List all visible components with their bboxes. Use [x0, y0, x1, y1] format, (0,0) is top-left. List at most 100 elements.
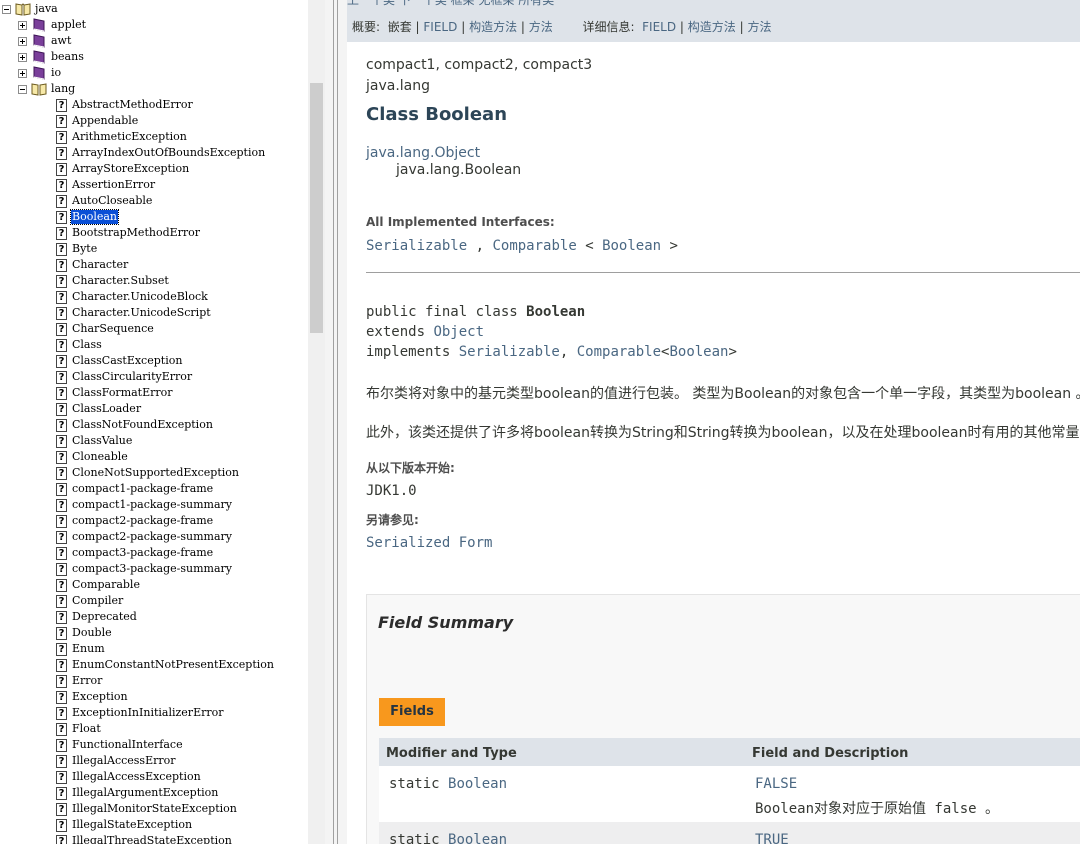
help-doc-icon: ?: [56, 274, 67, 288]
tree-class-item[interactable]: ? Error: [56, 673, 103, 689]
field-false-link[interactable]: FALSE: [755, 776, 797, 792]
tree-class-item[interactable]: ? Exception: [56, 689, 129, 705]
collapse-icon[interactable]: [2, 4, 11, 14]
comparable-link[interactable]: Comparable: [577, 344, 661, 360]
expand-icon[interactable]: [18, 20, 27, 30]
tree-class-label: CloneNotSupportedException: [72, 466, 239, 479]
fields-tab[interactable]: Fields: [379, 698, 445, 726]
tree-class-item[interactable]: ? compact2-package-frame: [56, 513, 214, 529]
tree-class-item[interactable]: ? FunctionalInterface: [56, 737, 184, 753]
detail-method-link[interactable]: 方法: [748, 20, 772, 34]
help-doc-icon: ?: [56, 690, 67, 704]
tree-class-item[interactable]: ? Cloneable: [56, 449, 129, 465]
summary-field-link[interactable]: FIELD: [423, 20, 457, 34]
tree-class-item[interactable]: ? ClassLoader: [56, 401, 142, 417]
tree-class-item[interactable]: ? Class: [56, 337, 103, 353]
tree-class-item[interactable]: ? EnumConstantNotPresentException: [56, 657, 275, 673]
tree-class-item[interactable]: ? ClassCircularityError: [56, 369, 193, 385]
tree-class-item[interactable]: ? AutoCloseable: [56, 193, 153, 209]
tree-class-item[interactable]: ? Character: [56, 257, 129, 273]
tree-class-item[interactable]: ? Enum: [56, 641, 106, 657]
tree-class-item[interactable]: ? ArithmeticException: [56, 129, 188, 145]
tree-class-item[interactable]: ? compact1-package-frame: [56, 481, 214, 497]
boolean-link[interactable]: Boolean: [669, 344, 728, 360]
comparable-link[interactable]: Comparable: [492, 238, 576, 254]
collapse-icon[interactable]: [18, 84, 27, 94]
detail-constructor-link[interactable]: 构造方法: [688, 20, 736, 34]
tree-class-item[interactable]: ? ArrayStoreException: [56, 161, 190, 177]
serializable-link[interactable]: Serializable: [366, 238, 467, 254]
tree-class-item[interactable]: ? Float: [56, 721, 102, 737]
tree-class-item[interactable]: ? BootstrapMethodError: [56, 225, 201, 241]
help-doc-icon: ?: [56, 450, 67, 464]
tree-class-item[interactable]: ? IllegalArgumentException: [56, 785, 219, 801]
tree-node-awt[interactable]: awt: [18, 33, 72, 49]
boolean-link[interactable]: Boolean: [602, 238, 661, 254]
tree-class-item[interactable]: ? ClassValue: [56, 433, 133, 449]
tree-class-item[interactable]: ? Double: [56, 625, 113, 641]
tree-class-item[interactable]: ? Deprecated: [56, 609, 138, 625]
tree-class-item[interactable]: ? IllegalStateException: [56, 817, 193, 833]
tree-class-item[interactable]: ? ArrayIndexOutOfBoundsException: [56, 145, 266, 161]
tree-class-item[interactable]: ? CloneNotSupportedException: [56, 465, 240, 481]
field-true-link[interactable]: TRUE: [755, 832, 789, 844]
tree-node-lang[interactable]: lang: [18, 81, 76, 97]
serialized-form-link[interactable]: Serialized Form: [366, 535, 492, 551]
expand-icon[interactable]: [18, 68, 27, 78]
help-doc-icon: ?: [56, 322, 67, 336]
tree-class-label: ClassNotFoundException: [72, 418, 213, 431]
tree-class-item[interactable]: ? Appendable: [56, 113, 139, 129]
tree-class-label: EnumConstantNotPresentException: [72, 658, 274, 671]
tree-class-item[interactable]: ? Boolean: [56, 209, 119, 225]
tree-node-io[interactable]: io: [18, 65, 62, 81]
tree-class-item[interactable]: ? compact3-package-frame: [56, 545, 214, 561]
tree-class-label: ClassFormatError: [72, 386, 173, 399]
detail-field-link[interactable]: FIELD: [642, 20, 676, 34]
frame-splitter[interactable]: [325, 0, 347, 844]
tree-class-item[interactable]: ? compact2-package-summary: [56, 529, 233, 545]
tree-class-item[interactable]: ? Character.Subset: [56, 273, 170, 289]
tree-class-item[interactable]: ? compact3-package-summary: [56, 561, 233, 577]
tree-class-item[interactable]: ? IllegalAccessException: [56, 769, 202, 785]
tree-class-item[interactable]: ? compact1-package-summary: [56, 497, 233, 513]
tree-node-label: awt: [51, 34, 72, 47]
help-doc-icon: ?: [56, 770, 67, 784]
tree-class-item[interactable]: ? ExceptionInInitializerError: [56, 705, 225, 721]
tree-scrollbar[interactable]: [308, 0, 325, 844]
tree-class-item[interactable]: ? Byte: [56, 241, 98, 257]
tree-class-item[interactable]: ? IllegalAccessError: [56, 753, 177, 769]
tree-class-item[interactable]: ? CharSequence: [56, 321, 155, 337]
object-link[interactable]: Object: [433, 324, 484, 340]
tree-class-item[interactable]: ? Comparable: [56, 577, 141, 593]
inherit-parent-link[interactable]: java.lang.Object: [366, 145, 480, 161]
tree-class-item[interactable]: ? IllegalThreadStateException: [56, 833, 233, 844]
help-doc-icon: ?: [56, 306, 67, 320]
tree-class-item[interactable]: ? ClassCastException: [56, 353, 183, 369]
summary-constructor-link[interactable]: 构造方法: [469, 20, 517, 34]
tree-class-item[interactable]: ? AbstractMethodError: [56, 97, 194, 113]
expand-icon[interactable]: [18, 52, 27, 62]
type-link[interactable]: Boolean: [448, 776, 507, 792]
tree-class-item[interactable]: ? Character.UnicodeScript: [56, 305, 212, 321]
tree-class-label: Error: [72, 674, 103, 687]
tree-class-item[interactable]: ? Compiler: [56, 593, 124, 609]
tree-node-beans[interactable]: beans: [18, 49, 85, 65]
help-doc-icon: ?: [56, 642, 67, 656]
divider: [366, 272, 1080, 273]
tree-class-label: CharSequence: [72, 322, 154, 335]
tree-scrollbar-thumb[interactable]: [310, 83, 323, 333]
summary-method-link[interactable]: 方法: [529, 20, 553, 34]
tree-class-label: ClassValue: [72, 434, 133, 447]
tree-class-item[interactable]: ? Character.UnicodeBlock: [56, 289, 209, 305]
tree-node-java[interactable]: java: [2, 1, 59, 17]
tree-class-item[interactable]: ? ClassNotFoundException: [56, 417, 214, 433]
tree-node-applet[interactable]: applet: [18, 17, 87, 33]
type-link[interactable]: Boolean: [448, 832, 507, 844]
tree-class-item[interactable]: ? ClassFormatError: [56, 385, 174, 401]
serializable-link[interactable]: Serializable: [459, 344, 560, 360]
help-doc-icon: ?: [56, 530, 67, 544]
expand-icon[interactable]: [18, 36, 27, 46]
help-doc-icon: ?: [56, 146, 67, 160]
tree-class-item[interactable]: ? AssertionError: [56, 177, 156, 193]
tree-class-item[interactable]: ? IllegalMonitorStateException: [56, 801, 238, 817]
